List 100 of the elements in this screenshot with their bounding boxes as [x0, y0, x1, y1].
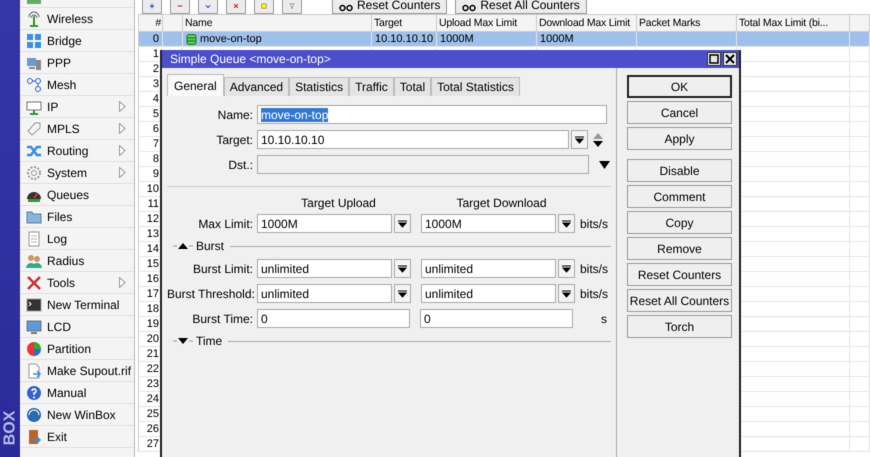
dropdown-button[interactable]	[394, 214, 411, 233]
table-cell	[850, 137, 870, 152]
menu-item[interactable]: New Terminal	[20, 294, 134, 316]
menu-item[interactable]: Routing	[20, 140, 134, 162]
download-field[interactable]: unlimited	[421, 259, 556, 278]
menu-item[interactable]: Exit	[20, 426, 134, 448]
column-header[interactable]: Download Max Limit	[537, 14, 637, 32]
menu-item[interactable]: Partition	[20, 338, 134, 360]
dialog-button[interactable]: Reset All Counters	[627, 289, 732, 312]
menu-item[interactable]: Wireless	[20, 8, 134, 30]
toolbar-button[interactable]: Reset All Counters	[455, 0, 587, 14]
menu-item[interactable]: Queues	[20, 184, 134, 206]
table-cell	[163, 32, 183, 47]
dropdown-button[interactable]	[558, 284, 575, 303]
tab[interactable]: Total Statistics	[431, 77, 520, 96]
dialog-button[interactable]: Remove	[627, 237, 732, 260]
menu-item[interactable]: Files	[20, 206, 134, 228]
upload-field[interactable]: unlimited	[257, 284, 392, 303]
menu-item[interactable]: LCD	[20, 316, 134, 338]
tab[interactable]: Advanced	[224, 77, 290, 96]
dropdown-button[interactable]	[558, 214, 575, 233]
column-header[interactable]: Total Max Limit (bi...	[737, 14, 850, 32]
collapse-icon[interactable]	[173, 242, 193, 250]
menu-item[interactable]: System	[20, 162, 134, 184]
tab[interactable]: Traffic	[349, 77, 394, 96]
menu-item[interactable]: PPP	[20, 52, 134, 74]
arrows-icon	[26, 32, 42, 48]
column-header[interactable]: Upload Max Limit	[437, 14, 537, 32]
table-cell	[850, 407, 870, 422]
menu-label: MPLS	[47, 122, 80, 136]
dialog-button[interactable]: Comment	[627, 185, 732, 208]
section-title: Burst	[196, 239, 224, 253]
menu-item[interactable]: Make Supout.rif	[20, 360, 134, 382]
dialog-button[interactable]: Copy	[627, 211, 732, 234]
menu-item[interactable]: New WinBox	[20, 404, 134, 426]
menu-label: Routing	[47, 144, 88, 158]
menu-item[interactable]: Tools	[20, 272, 134, 294]
table-cell: 10.10.10.10	[372, 32, 437, 47]
upload-field[interactable]: unlimited	[257, 259, 392, 278]
dialog-button[interactable]: Disable	[627, 159, 732, 182]
close-button[interactable]	[723, 52, 737, 66]
menu-item[interactable]: MPLS	[20, 118, 134, 140]
menu-label: Log	[47, 232, 68, 246]
maximize-button[interactable]	[707, 52, 721, 66]
upload-field[interactable]: 1000M	[257, 214, 392, 233]
column-header[interactable]: Target	[372, 14, 437, 32]
expand-icon[interactable]	[173, 337, 193, 345]
dialog-button[interactable]: Torch	[627, 315, 732, 338]
column-header[interactable]: Name	[183, 14, 372, 32]
dropdown-button[interactable]	[394, 259, 411, 278]
toolbar-button[interactable]: Reset Counters	[332, 0, 448, 14]
dialog-button[interactable]: Cancel	[627, 101, 732, 124]
menu-label: System	[47, 166, 88, 180]
dialog-button[interactable]: OK	[627, 75, 732, 98]
toolbar-button[interactable]	[198, 0, 218, 14]
dialog-button[interactable]: Apply	[627, 127, 732, 150]
download-field[interactable]: 0	[420, 309, 573, 328]
toolbar-button[interactable]	[254, 0, 274, 14]
field-label: Dst.:	[227, 158, 253, 172]
download-field[interactable]: unlimited	[421, 284, 556, 303]
column-heading: Target Upload	[300, 196, 377, 210]
gear-icon	[26, 164, 42, 180]
column-header[interactable]: Packet Marks	[637, 14, 737, 32]
table-cell	[850, 302, 870, 317]
up-down-icon	[593, 132, 603, 146]
row-number: 0	[138, 32, 163, 47]
dropdown-button[interactable]	[558, 259, 575, 278]
toolbar-button[interactable]	[282, 0, 302, 14]
menu-item[interactable]: IP	[20, 96, 134, 118]
dropdown-button[interactable]	[394, 284, 411, 303]
tab[interactable]: Total	[394, 77, 432, 96]
menu-item[interactable]: Radius	[20, 250, 134, 272]
tab[interactable]: Statistics	[289, 77, 350, 96]
menu-label: Radius	[47, 254, 84, 268]
name-field[interactable]: move-on-top	[257, 105, 607, 124]
unit-label: bits/s	[580, 286, 608, 300]
download-field[interactable]: 1000M	[421, 214, 556, 233]
table-cell	[850, 77, 870, 92]
toolbar-button[interactable]	[226, 0, 246, 14]
field-label: Target:	[215, 132, 253, 146]
menu-item[interactable]: Manual	[20, 382, 134, 404]
dropdown-button[interactable]	[571, 130, 588, 149]
close-icon	[725, 54, 735, 64]
dropdown-icon	[398, 264, 407, 273]
toolbar-button[interactable]	[142, 0, 162, 14]
dialog-button[interactable]: Reset Counters	[627, 263, 732, 286]
menu-item[interactable]: Mesh	[20, 74, 134, 96]
field-label: Burst Limit:	[192, 262, 253, 276]
tab[interactable]: General	[167, 74, 224, 96]
menu-label: Manual	[47, 386, 86, 400]
queue-icon	[186, 34, 197, 44]
menu-item[interactable]: Bridge	[20, 30, 134, 52]
antenna-icon	[26, 10, 42, 26]
table-cell: 1000M	[537, 32, 637, 47]
column-header[interactable]: #	[138, 14, 163, 32]
table-cell[interactable]: move-on-top	[183, 32, 372, 47]
menu-item[interactable]: Log	[20, 228, 134, 250]
table-cell	[850, 257, 870, 272]
target-field[interactable]: 10.10.10.10	[257, 130, 569, 149]
upload-field[interactable]: 0	[257, 309, 410, 328]
